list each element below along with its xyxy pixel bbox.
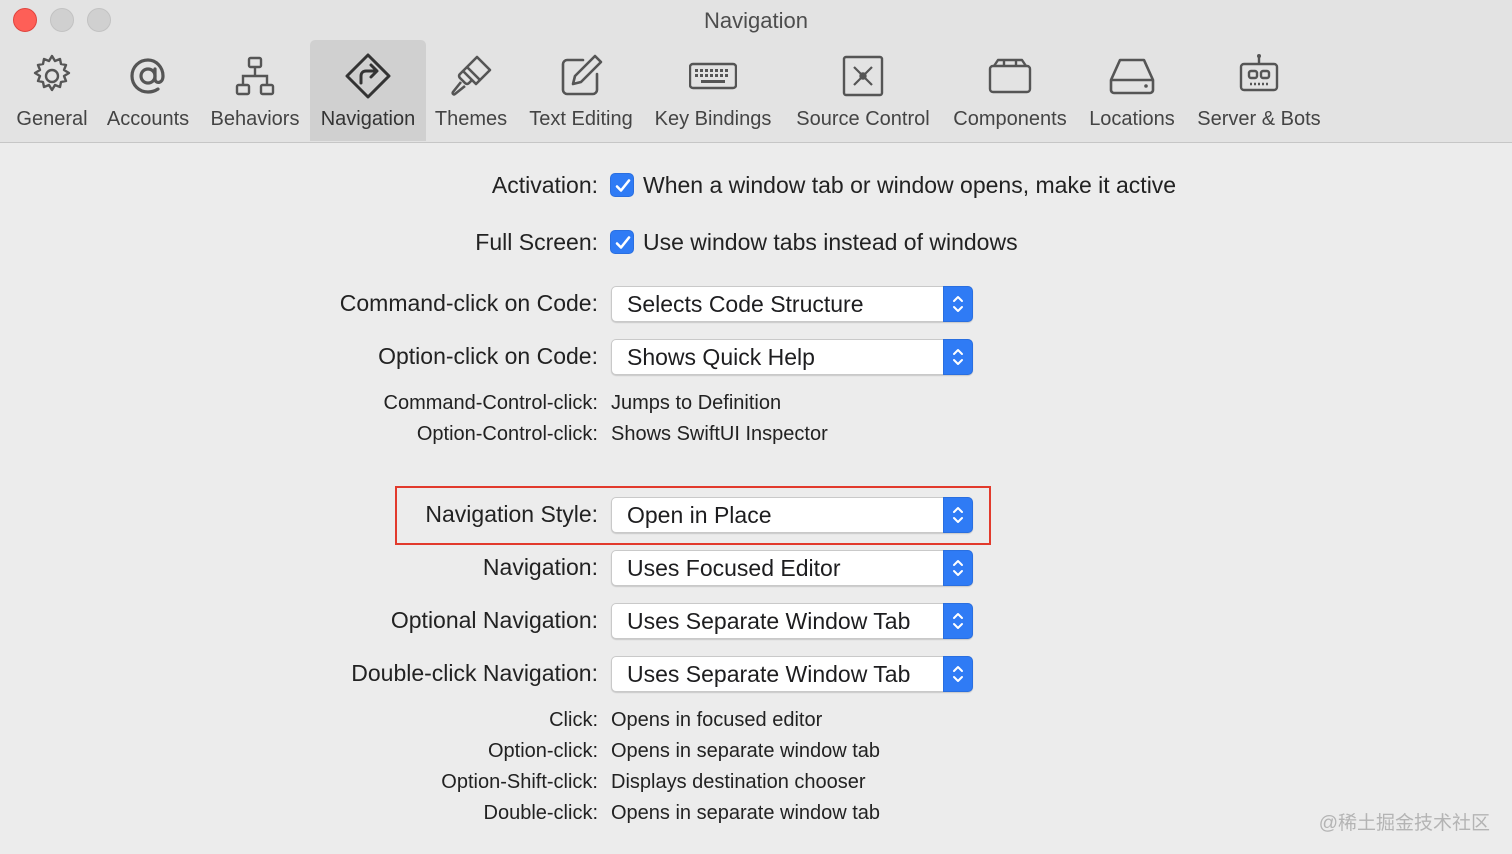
click-label: Click:	[549, 709, 598, 731]
command-control-click-value: Jumps to Definition	[611, 392, 782, 414]
option-click-info-value: Opens in separate window tab	[611, 740, 881, 762]
chevron-up-down-icon	[953, 507, 963, 523]
at-sign-icon	[130, 58, 165, 94]
activation-text[interactable]: When a window tab or window opens, make …	[643, 172, 1176, 199]
gear-icon	[33, 54, 71, 92]
double-click-navigation-value: Uses Separate Window Tab	[627, 661, 911, 687]
navigation-style-value: Open in Place	[627, 502, 772, 528]
tab-locations-label: Locations	[1089, 108, 1175, 130]
tab-general-label: General	[16, 108, 88, 130]
command-click-popup[interactable]: Selects Code Structure	[611, 286, 973, 322]
tab-navigation-label: Navigation	[320, 108, 416, 130]
tab-behaviors[interactable]: Behaviors	[204, 40, 306, 141]
popup-stepper	[943, 339, 973, 375]
double-click-label: Double-click:	[483, 802, 598, 824]
navigation-value: Uses Focused Editor	[627, 555, 841, 581]
option-click-popup[interactable]: Shows Quick Help	[611, 339, 973, 375]
hierarchy-icon	[235, 56, 275, 96]
option-click-info-label: Option-click:	[487, 740, 598, 762]
tab-text-editing[interactable]: Text Editing	[520, 40, 642, 141]
tab-components[interactable]: Components	[946, 40, 1074, 141]
command-click-value: Selects Code Structure	[627, 291, 864, 317]
option-control-click-value: Shows SwiftUI Inspector	[611, 423, 828, 445]
tab-key-bindings[interactable]: Key Bindings	[648, 40, 778, 141]
click-value: Opens in focused editor	[611, 709, 823, 731]
paintbrush-icon	[451, 55, 492, 96]
box-icon	[988, 58, 1032, 94]
chevron-up-down-icon	[953, 666, 963, 682]
navigation-diamond-icon	[345, 53, 391, 99]
keyboard-icon	[689, 62, 737, 90]
checkmark-icon	[615, 179, 631, 192]
watermark: @稀土掘金技术社区	[1318, 813, 1490, 834]
tab-text-editing-label: Text Editing	[529, 108, 633, 130]
option-shift-click-label: Option-Shift-click:	[441, 771, 598, 793]
tab-general[interactable]: General	[6, 40, 98, 141]
full-screen-label: Full Screen:	[475, 229, 598, 255]
optional-navigation-popup[interactable]: Uses Separate Window Tab	[611, 603, 973, 639]
navigation-popup[interactable]: Uses Focused Editor	[611, 550, 973, 586]
chevron-up-down-icon	[953, 613, 963, 629]
window-title: Navigation	[704, 8, 808, 33]
source-control-icon	[842, 55, 884, 97]
tab-accounts[interactable]: Accounts	[100, 40, 196, 141]
option-shift-click-value: Displays destination chooser	[611, 771, 866, 793]
tab-navigation[interactable]: Navigation	[310, 40, 426, 141]
option-control-click-label: Option-Control-click:	[416, 423, 598, 445]
popup-stepper	[943, 603, 973, 639]
option-click-label: Option-click on Code:	[378, 343, 598, 369]
tab-locations[interactable]: Locations	[1082, 40, 1182, 141]
tab-components-label: Components	[953, 108, 1067, 130]
option-click-value: Shows Quick Help	[627, 344, 815, 370]
command-click-label: Command-click on Code:	[339, 290, 598, 316]
optional-navigation-label: Optional Navigation:	[390, 607, 598, 633]
activation-checkbox[interactable]	[610, 173, 634, 197]
double-click-navigation-popup[interactable]: Uses Separate Window Tab	[611, 656, 973, 692]
chevron-up-down-icon	[953, 560, 963, 576]
tab-themes-label: Themes	[434, 108, 508, 130]
navigation-style-popup[interactable]: Open in Place	[611, 497, 973, 533]
navigation-style-label: Navigation Style:	[425, 501, 598, 527]
tab-source-control[interactable]: Source Control	[786, 40, 940, 141]
tab-server-bots-label: Server & Bots	[1197, 108, 1321, 130]
checkmark-icon	[615, 236, 631, 249]
tab-accounts-label: Accounts	[106, 108, 190, 130]
popup-stepper	[943, 286, 973, 322]
robot-icon	[1239, 54, 1279, 92]
tab-server-bots[interactable]: Server & Bots	[1190, 40, 1328, 141]
popup-stepper	[943, 550, 973, 586]
activation-label: Activation:	[491, 172, 598, 198]
tab-source-control-label: Source Control	[796, 108, 930, 130]
chevron-up-down-icon	[953, 296, 963, 312]
window-toolbar: Navigation General Accounts Behaviors Na…	[0, 0, 1512, 143]
disk-drive-icon	[1109, 58, 1155, 95]
full-screen-text[interactable]: Use window tabs instead of windows	[643, 229, 1018, 256]
popup-stepper	[943, 656, 973, 692]
double-click-navigation-label: Double-click Navigation:	[351, 660, 598, 686]
optional-navigation-value: Uses Separate Window Tab	[627, 608, 911, 634]
tab-key-bindings-label: Key Bindings	[654, 108, 772, 130]
chevron-up-down-icon	[953, 349, 963, 365]
pencil-square-icon	[561, 54, 603, 96]
command-control-click-label: Command-Control-click:	[383, 392, 599, 414]
tab-behaviors-label: Behaviors	[210, 108, 300, 130]
navigation-label: Navigation:	[482, 554, 598, 580]
double-click-value: Opens in separate window tab	[611, 802, 881, 824]
full-screen-checkbox[interactable]	[610, 230, 634, 254]
tab-themes[interactable]: Themes	[430, 40, 512, 141]
popup-stepper	[943, 497, 973, 533]
